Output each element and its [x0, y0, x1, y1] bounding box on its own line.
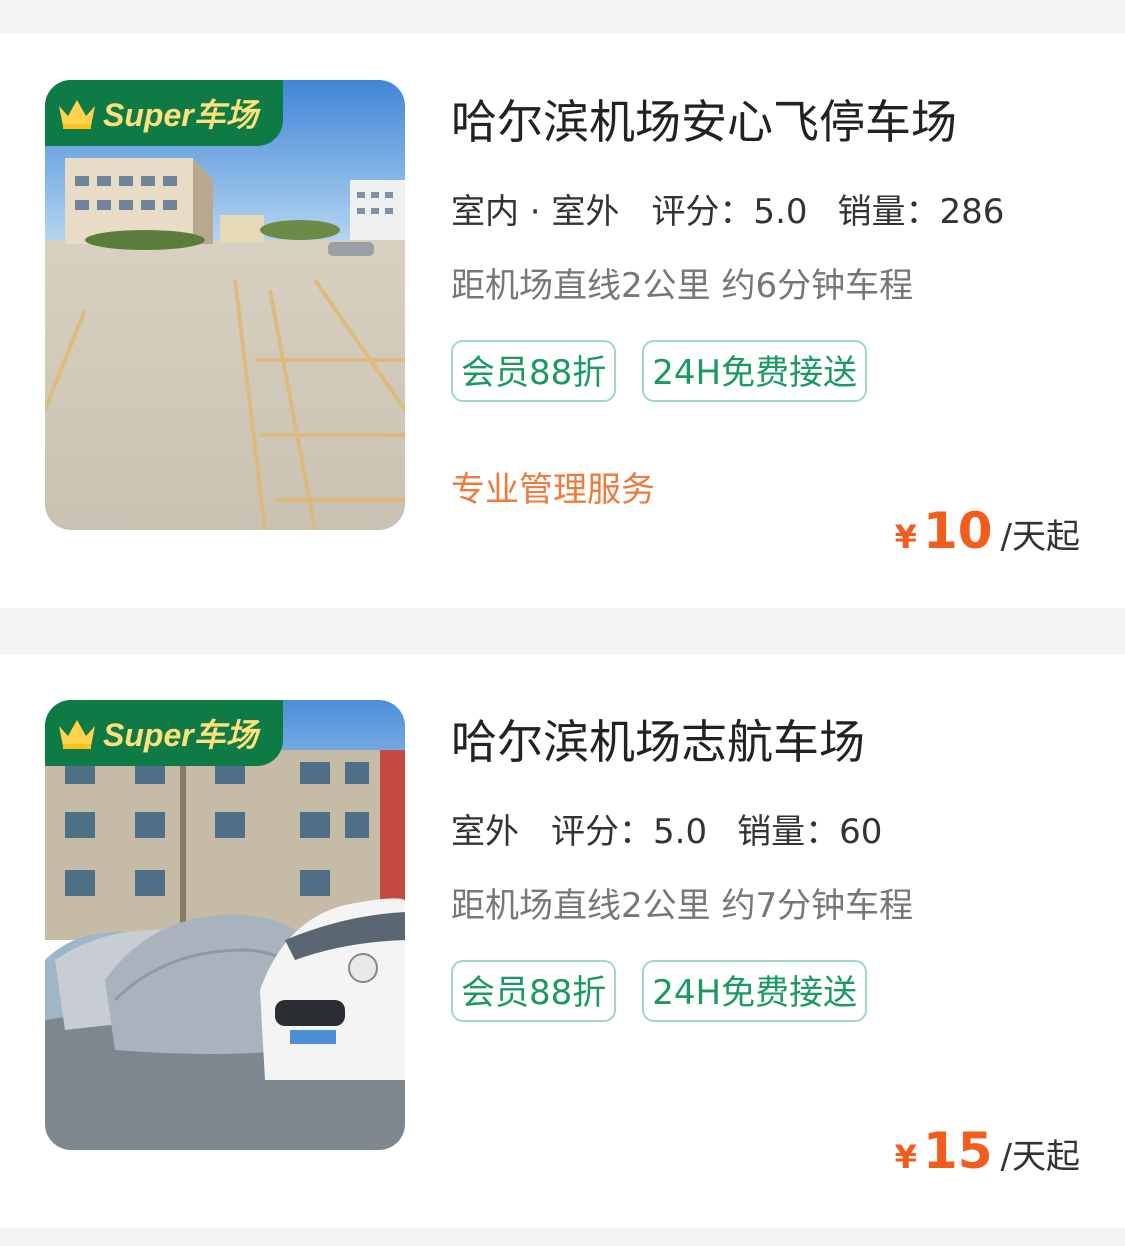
crown-icon: [59, 720, 95, 749]
crown-icon: [59, 100, 95, 129]
badge-label: Super车场: [103, 97, 258, 133]
covered-cars-scene: [45, 700, 405, 1150]
tag-member-discount: 会员88折: [451, 960, 617, 1022]
lot-price: ¥ 15 /天起: [895, 1122, 1080, 1180]
lot-meta: 室内 · 室外 评分：5.0 销量：286: [451, 184, 1005, 239]
price-currency: ¥: [894, 518, 917, 556]
parking-lot-photo: Super车场: [45, 80, 405, 530]
lot-sales: 销量：60: [737, 812, 883, 852]
lot-meta: 室外 评分：5.0 销量：60: [451, 804, 883, 859]
badge-label: Super车场: [103, 717, 258, 753]
lot-title: 哈尔滨机场志航车场: [451, 715, 865, 769]
price-amount: 10: [922, 502, 993, 560]
open-lot-scene: [45, 80, 405, 530]
lot-type: 室内 · 室外: [451, 184, 620, 239]
lot-title: 哈尔滨机场安心飞停车场: [451, 95, 957, 149]
price-currency: ¥: [894, 1138, 917, 1176]
tag-free-shuttle: 24H免费接送: [642, 340, 868, 402]
super-lot-badge: Super车场: [45, 80, 283, 146]
parking-lot-card[interactable]: Super车场 哈尔滨机场志航车场 室外 评分：5.0 销量：60 距机场直线2…: [0, 654, 1125, 1228]
lot-distance: 距机场直线2公里 约7分钟车程: [451, 886, 914, 926]
tag-free-shuttle: 24H免费接送: [642, 960, 868, 1022]
price-amount: 15: [922, 1122, 993, 1180]
lot-service: 专业管理服务: [451, 470, 655, 510]
parking-lot-card[interactable]: Super车场 哈尔滨机场安心飞停车场 室内 · 室外 评分：5.0 销量：28…: [0, 34, 1125, 608]
tag-member-discount: 会员88折: [451, 340, 617, 402]
lot-type: 室外: [451, 804, 519, 859]
lot-rating: 评分：5.0: [551, 812, 708, 852]
lot-sales: 销量：286: [837, 192, 1005, 232]
price-unit: /天起: [1000, 1137, 1080, 1177]
lot-tags: 会员88折 24H免费接送: [451, 960, 868, 1022]
price-unit: /天起: [1000, 517, 1080, 557]
lot-distance: 距机场直线2公里 约6分钟车程: [451, 266, 914, 306]
parking-lot-photo: Super车场: [45, 700, 405, 1150]
super-lot-badge: Super车场: [45, 700, 283, 766]
lot-rating: 评分：5.0: [651, 192, 808, 232]
lot-price: ¥ 10 /天起: [895, 502, 1080, 560]
lot-tags: 会员88折 24H免费接送: [451, 340, 868, 402]
